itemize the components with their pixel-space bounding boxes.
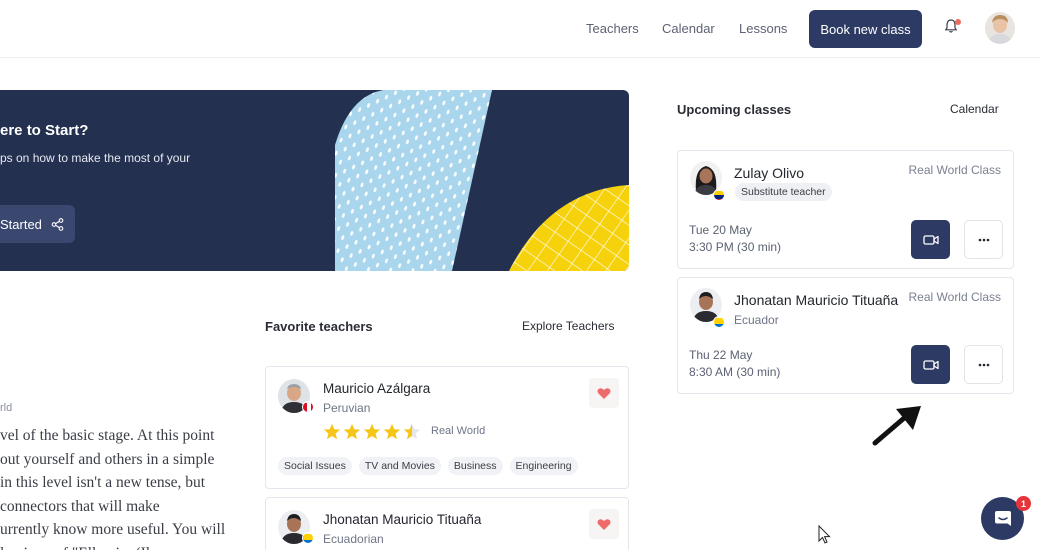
getting-started-banner: ere to Start? ps on how to make the most… (0, 90, 629, 271)
level-label: rld (0, 402, 13, 414)
class-time: 8:30 AM (30 min) (689, 365, 781, 379)
more-options-button[interactable] (964, 220, 1003, 259)
get-started-button[interactable]: Started (0, 205, 75, 243)
calendar-link[interactable]: Calendar (950, 102, 999, 116)
description-line: urrently know more useful. You will (0, 521, 226, 538)
chat-unread-badge: 1 (1016, 496, 1031, 511)
topic-tag: Engineering (509, 457, 578, 475)
teacher-rating (323, 423, 421, 441)
topic-tag: TV and Movies (358, 457, 441, 475)
favorite-toggle-button[interactable] (589, 509, 619, 539)
heart-icon (597, 387, 611, 399)
rating-label: Real World (431, 425, 486, 437)
topic-tag: Social Issues (278, 457, 352, 475)
user-avatar[interactable] (985, 12, 1015, 44)
banner-subtitle: ps on how to make the most of your (0, 151, 191, 165)
chat-icon (994, 510, 1011, 526)
teacher-name[interactable]: Mauricio Azálgara (323, 381, 430, 396)
star-icon (323, 423, 341, 440)
teacher-card[interactable]: Mauricio Azálgara Peruvian Real World So… (265, 366, 629, 489)
class-type: Real World Class (908, 163, 1001, 177)
star-icon (343, 423, 361, 440)
pointer-arrow-icon (872, 406, 921, 446)
star-icon (363, 423, 381, 440)
video-camera-icon (922, 234, 939, 245)
get-started-label: Started (0, 216, 42, 232)
top-navbar: Teachers Calendar Lessons Book new class (0, 0, 1040, 58)
class-date: Tue 20 May (689, 223, 752, 237)
nav-teachers-link[interactable]: Teachers (586, 21, 639, 36)
teacher-tags: Social Issues TV and Movies Business Eng… (278, 457, 578, 475)
banner-illustration (335, 90, 629, 271)
teacher-card[interactable]: Jhonatan Mauricio Tituaña Ecuadorian (265, 497, 629, 550)
teacher-nationality: Ecuadorian (323, 532, 384, 546)
mouse-cursor-icon (818, 525, 831, 544)
join-video-button[interactable] (911, 220, 950, 259)
class-date: Thu 22 May (689, 348, 753, 362)
notification-dot (955, 19, 961, 25)
banner-title: ere to Start? (0, 122, 89, 139)
ecuador-flag-icon (713, 316, 725, 328)
ecuador-flag-icon (302, 532, 314, 544)
description-line: vel of the basic stage. At this point (0, 427, 215, 444)
teacher-name[interactable]: Jhonatan Mauricio Tituaña (323, 512, 481, 527)
description-line: out yourself and others in a simple (0, 450, 215, 468)
share-icon (51, 217, 64, 231)
more-options-button[interactable] (964, 345, 1003, 384)
book-new-class-button[interactable]: Book new class (809, 10, 922, 48)
nav-lessons-link[interactable]: Lessons (739, 21, 787, 36)
video-camera-icon (922, 359, 939, 370)
more-dots-icon (978, 363, 989, 366)
upcoming-class-card: Jhonatan Mauricio Tituaña Ecuador Real W… (677, 277, 1014, 394)
description-line: l ... i ... ... f "Ell ... i... (Il ... … (0, 542, 245, 550)
upcoming-class-card: Zulay Olivo Substitute teacher Real Worl… (677, 150, 1014, 269)
topic-tag: Business (447, 457, 503, 475)
half-star-icon (403, 423, 421, 440)
level-description: vel of the basic stage. At this point ou… (0, 424, 245, 550)
star-icon (383, 423, 401, 440)
description-line: connectors that will make (0, 497, 160, 515)
join-video-button[interactable] (911, 345, 950, 384)
heart-icon (597, 518, 611, 530)
explore-teachers-link[interactable]: Explore Teachers (522, 319, 615, 333)
more-dots-icon (978, 238, 989, 241)
class-type: Real World Class (908, 290, 1001, 304)
favorite-teachers-title: Favorite teachers (265, 319, 373, 334)
venezuela-flag-icon (713, 189, 725, 201)
favorite-toggle-button[interactable] (589, 378, 619, 408)
peru-flag-icon (302, 401, 314, 413)
teacher-nationality: Peruvian (323, 401, 371, 415)
upcoming-classes-title: Upcoming classes (677, 102, 792, 117)
substitute-badge: Substitute teacher (735, 183, 832, 201)
class-teacher-name[interactable]: Zulay Olivo (734, 165, 804, 181)
class-teacher-name[interactable]: Jhonatan Mauricio Tituaña (734, 292, 898, 308)
description-line: in this level isn't a new tense, but (0, 474, 206, 491)
nav-calendar-link[interactable]: Calendar (662, 21, 715, 36)
class-time: 3:30 PM (30 min) (689, 240, 782, 254)
class-teacher-country: Ecuador (734, 313, 779, 327)
